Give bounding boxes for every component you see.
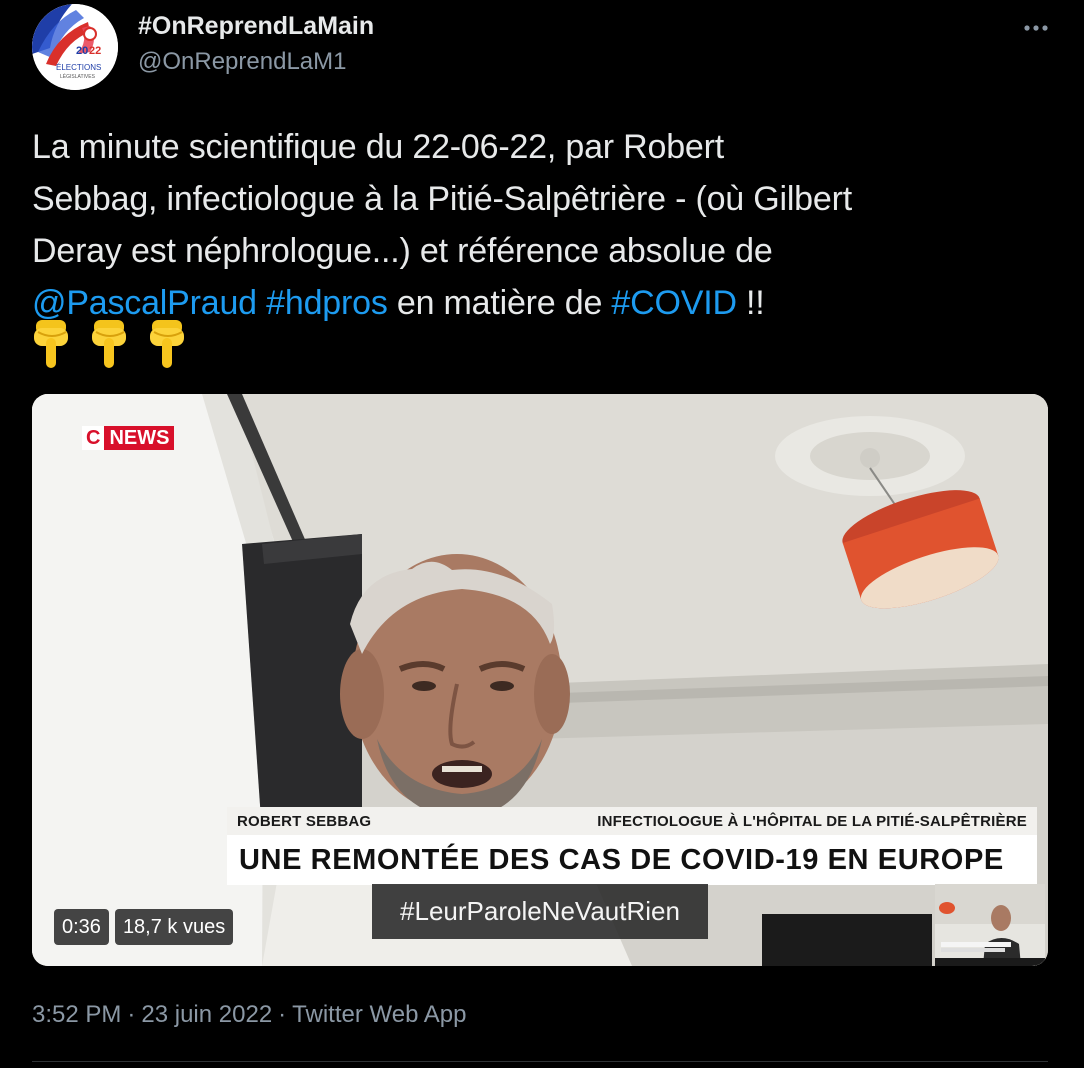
pointing-down-emoji-icon: [92, 320, 126, 368]
pointing-down-emoji-icon: [34, 320, 68, 368]
author-handle[interactable]: @OnReprendLaM1: [138, 46, 374, 78]
tweet-text-line: Sebbag, infectiologue à la Pitié-Salpêtr…: [32, 180, 852, 218]
cnews-logo-news: NEWS: [104, 426, 175, 450]
video-duration: 0:36: [54, 909, 109, 945]
author-avatar[interactable]: 20 22 ÉLECTIONS LÉGISLATIVES: [32, 4, 118, 90]
tweet-source[interactable]: Twitter Web App: [292, 1001, 466, 1028]
svg-text:22: 22: [89, 45, 101, 57]
tweet-metadata: 3:52 PM · 23 juin 2022 · Twitter Web App: [32, 997, 466, 1033]
more-options-button[interactable]: [1018, 10, 1054, 46]
guest-title: INFECTIOLOGUE À L'HÔPITAL DE LA PITIÉ-SA…: [597, 812, 1027, 830]
lower-third-top: ROBERT SEBBAG INFECTIOLOGUE À L'HÔPITAL …: [227, 807, 1037, 835]
svg-text:LÉGISLATIVES: LÉGISLATIVES: [60, 73, 96, 80]
tweet-text: La minute scientifique du 22-06-22, par …: [32, 121, 1062, 329]
author-display-name[interactable]: #OnReprendLaMain: [138, 10, 374, 42]
divider: [32, 1061, 1048, 1062]
tweet: 20 22 ÉLECTIONS LÉGISLATIVES #OnReprendL…: [0, 0, 1084, 1068]
picture-in-picture-thumbnail: [935, 884, 1045, 966]
svg-text:ÉLECTIONS: ÉLECTIONS: [56, 63, 101, 72]
tweet-text-fragment: !!: [736, 284, 765, 322]
svg-text:20: 20: [76, 45, 88, 57]
video-view-count: 18,7 k vues: [114, 909, 234, 945]
meta-separator: ·: [278, 1001, 287, 1028]
emoji-row: [32, 318, 188, 374]
hashtag-link[interactable]: #hdpros: [266, 284, 388, 322]
pip-image: [935, 884, 1045, 966]
avatar-logo-icon: 20 22 ÉLECTIONS LÉGISLATIVES: [32, 4, 118, 90]
headline-banner: UNE REMONTÉE DES CAS DE COVID-19 EN EURO…: [227, 835, 1037, 885]
mention-link[interactable]: @PascalPraud: [32, 284, 257, 322]
tweet-text-line: La minute scientifique du 22-06-22, par …: [32, 128, 725, 166]
tweet-video[interactable]: C NEWS ROBERT SEBBAG INFECTIOLOGUE À L'HÔ…: [32, 394, 1048, 966]
tweet-text-fragment: en matière de: [387, 284, 612, 322]
video-stats: 0:36 18,7 k vues: [54, 909, 234, 945]
cnews-logo-c: C: [82, 426, 105, 450]
guest-name: ROBERT SEBBAG: [237, 812, 372, 830]
cnews-logo: C NEWS: [82, 426, 175, 450]
tweet-text-line: Deray est néphrologue...) et référence a…: [32, 232, 773, 270]
pointing-down-emoji-icon: [150, 320, 184, 368]
hashtag-link[interactable]: #COVID: [611, 284, 737, 322]
tweet-date[interactable]: 23 juin 2022: [141, 1001, 272, 1028]
lower-third-banner: ROBERT SEBBAG INFECTIOLOGUE À L'HÔPITAL …: [227, 807, 1037, 885]
hashtag-overlay: #LeurParoleNeVautRien: [372, 884, 708, 939]
author-info: #OnReprendLaMain @OnReprendLaM1: [138, 10, 374, 78]
meta-separator: ·: [127, 1001, 136, 1028]
tweet-time[interactable]: 3:52 PM: [32, 1001, 121, 1028]
more-horizontal-icon: [1024, 25, 1048, 31]
